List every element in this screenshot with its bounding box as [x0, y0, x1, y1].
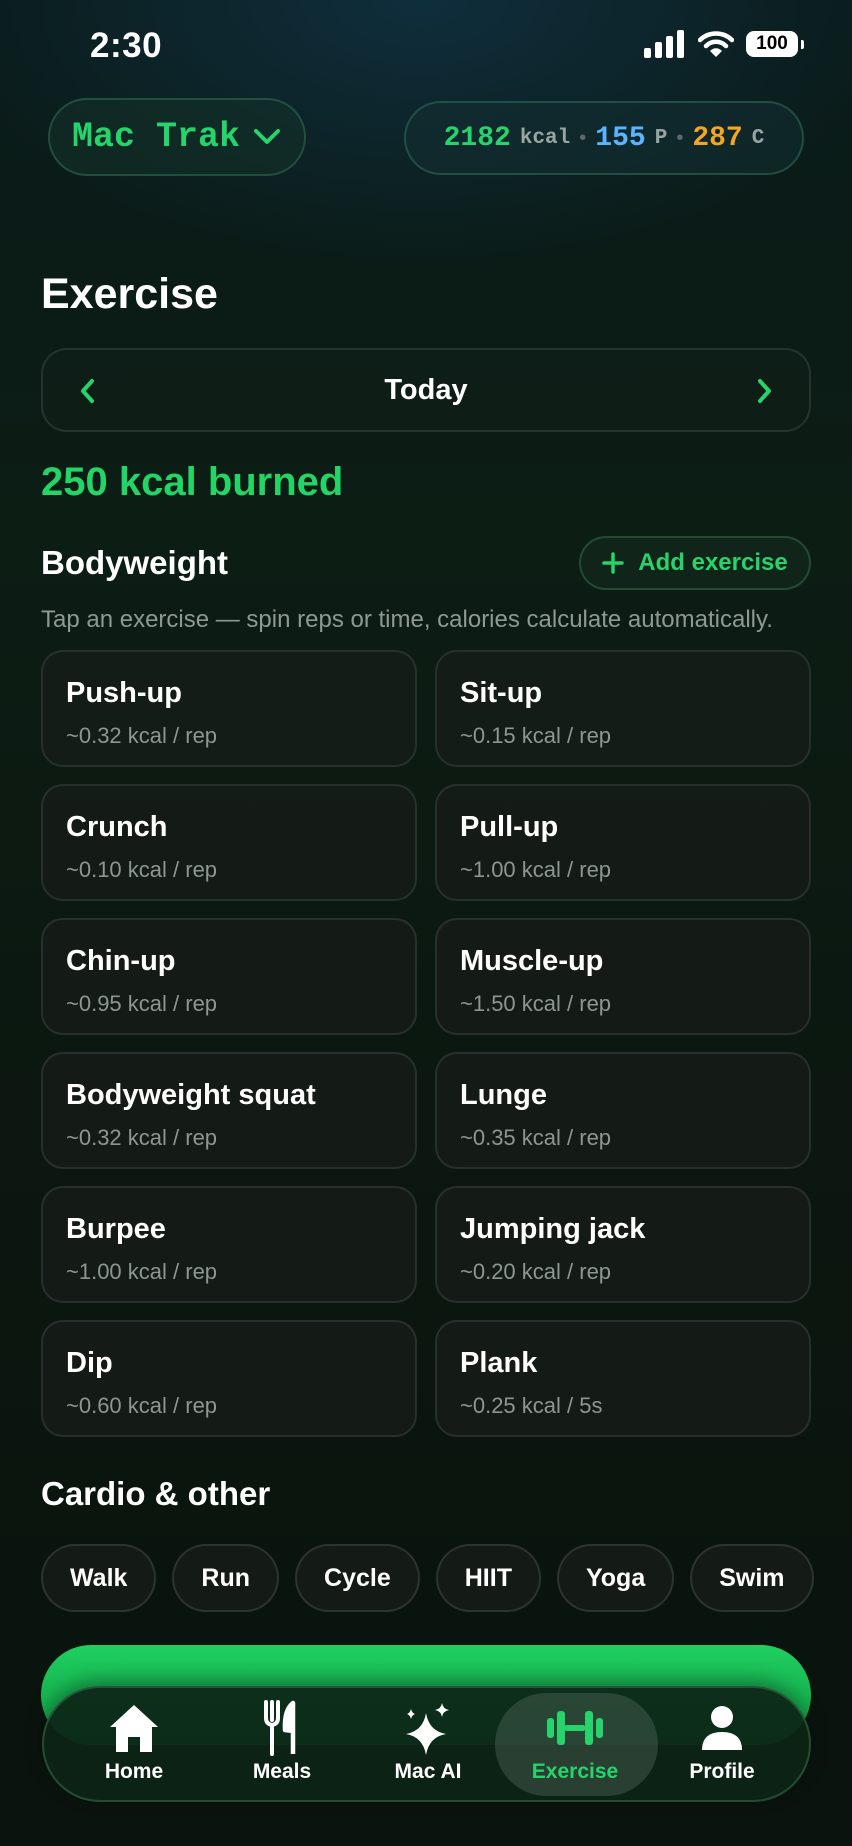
app-switcher-button[interactable]: Mac Trak — [48, 98, 306, 176]
fork-knife-icon — [264, 1700, 296, 1756]
add-exercise-label: Add exercise — [638, 549, 788, 576]
cardio-chip-walk[interactable]: Walk — [41, 1544, 157, 1612]
exercise-rate: ~0.15 kcal / rep — [460, 723, 612, 748]
protein-value: 155 — [595, 122, 646, 154]
exercise-card[interactable]: Push-up ~0.32 kcal / rep — [41, 650, 417, 767]
tab-bar: Home Meals Mac AI Exercise Profile — [42, 1686, 811, 1802]
exercise-card[interactable]: Burpee ~1.00 kcal / rep — [41, 1186, 417, 1303]
exercise-name: Lunge — [460, 1079, 547, 1111]
app-name: Mac Trak — [71, 117, 241, 157]
exercise-rate: ~0.32 kcal / rep — [66, 723, 218, 748]
carbs-value: 287 — [692, 122, 743, 154]
cardio-chip-swim[interactable]: Swim — [690, 1544, 814, 1612]
wifi-icon — [698, 31, 734, 57]
exercise-rate: ~1.00 kcal / rep — [66, 1259, 218, 1284]
exercise-name: Burpee — [66, 1213, 166, 1245]
tab-label: Exercise — [531, 1760, 619, 1783]
exercise-card[interactable]: Chin-up ~0.95 kcal / rep — [41, 918, 417, 1035]
exercise-card[interactable]: Lunge ~0.35 kcal / rep — [435, 1052, 811, 1169]
battery-indicator: 100 — [746, 31, 804, 57]
cardio-chip-cycle[interactable]: Cycle — [295, 1544, 420, 1612]
home-icon — [110, 1705, 158, 1752]
separator-dot: • — [676, 126, 684, 149]
exercise-card[interactable]: Sit-up ~0.15 kcal / rep — [435, 650, 811, 767]
date-navigator: Today — [41, 348, 811, 432]
exercise-rate: ~0.20 kcal / rep — [460, 1259, 612, 1284]
tab-meals[interactable]: Meals — [207, 1688, 357, 1800]
plus-icon — [602, 552, 625, 574]
exercise-rate: ~1.00 kcal / rep — [460, 857, 612, 882]
exercise-card[interactable]: Jumping jack ~0.20 kcal / rep — [435, 1186, 811, 1303]
status-icons: 100 — [644, 30, 804, 58]
exercise-rate: ~0.60 kcal / rep — [66, 1393, 218, 1418]
tab-label: Mac AI — [394, 1760, 462, 1783]
exercise-rate: ~0.32 kcal / rep — [66, 1125, 218, 1150]
cardio-chip-yoga[interactable]: Yoga — [556, 1544, 675, 1612]
bodyweight-hint: Tap an exercise — spin reps or time, cal… — [41, 606, 773, 633]
exercise-rate: ~0.35 kcal / rep — [460, 1125, 612, 1150]
exercise-rate: ~0.10 kcal / rep — [66, 857, 218, 882]
cardio-section-title: Cardio & other — [41, 1475, 271, 1512]
exercise-name: Sit-up — [460, 677, 543, 709]
next-day-button[interactable] — [749, 376, 779, 406]
bodyweight-section-title: Bodyweight — [41, 544, 228, 581]
cardio-chip-hiit[interactable]: HIIT — [435, 1544, 541, 1612]
sparkles-icon — [406, 1703, 449, 1755]
macro-summary-pill[interactable]: 2182 kcal • 155 P • 287 C — [404, 101, 804, 175]
exercise-name: Chin-up — [66, 945, 176, 977]
exercise-grid: Push-up ~0.32 kcal / rep Sit-up ~0.15 kcal… — [41, 650, 811, 1437]
exercise-rate: ~1.50 kcal / rep — [460, 991, 612, 1016]
cardio-chip-run[interactable]: Run — [172, 1544, 280, 1612]
exercise-name: Crunch — [66, 811, 168, 843]
exercise-name: Push-up — [66, 677, 182, 709]
calories-burned-summary: 250 kcal burned — [41, 460, 344, 504]
exercise-card[interactable]: Plank ~0.25 kcal / 5s — [435, 1320, 811, 1437]
person-icon — [702, 1706, 742, 1750]
tab-exercise[interactable]: Exercise — [500, 1688, 650, 1800]
chevron-right-icon — [758, 379, 771, 403]
kcal-unit: kcal — [519, 126, 571, 150]
tab-label: Profile — [689, 1760, 755, 1783]
exercise-card[interactable]: Bodyweight squat ~0.32 kcal / rep — [41, 1052, 417, 1169]
exercise-name: Dip — [66, 1347, 113, 1379]
exercise-card[interactable]: Pull-up ~1.00 kcal / rep — [435, 784, 811, 901]
exercise-name: Bodyweight squat — [66, 1079, 316, 1111]
kcal-value: 2182 — [443, 122, 511, 154]
page-title: Exercise — [41, 270, 218, 318]
exercise-card[interactable]: Dip ~0.60 kcal / rep — [41, 1320, 417, 1437]
exercise-rate: ~0.95 kcal / rep — [66, 991, 218, 1016]
protein-unit: P — [654, 126, 668, 150]
exercise-name: Jumping jack — [460, 1213, 646, 1245]
chevron-down-icon — [254, 129, 281, 144]
separator-dot: • — [579, 126, 587, 149]
cardio-chips: Walk Run Cycle HIIT Yoga Swim — [41, 1544, 814, 1612]
tab-mac-ai[interactable]: Mac AI — [353, 1688, 503, 1800]
exercise-name: Muscle-up — [460, 945, 604, 977]
date-label: Today — [384, 374, 468, 406]
exercise-name: Pull-up — [460, 811, 559, 843]
tab-profile[interactable]: Profile — [647, 1688, 797, 1800]
exercise-name: Plank — [460, 1347, 538, 1379]
exercise-card[interactable]: Muscle-up ~1.50 kcal / rep — [435, 918, 811, 1035]
carbs-unit: C — [751, 126, 765, 150]
add-exercise-button[interactable]: Add exercise — [579, 536, 811, 590]
tab-label: Meals — [252, 1760, 312, 1783]
tab-label: Home — [104, 1760, 164, 1783]
exercise-rate: ~0.25 kcal / 5s — [460, 1393, 603, 1418]
exercise-card[interactable]: Crunch ~0.10 kcal / rep — [41, 784, 417, 901]
tab-home[interactable]: Home — [59, 1688, 209, 1800]
status-time: 2:30 — [90, 26, 163, 65]
dumbbell-icon — [547, 1711, 603, 1745]
cellular-signal-icon — [644, 30, 684, 58]
